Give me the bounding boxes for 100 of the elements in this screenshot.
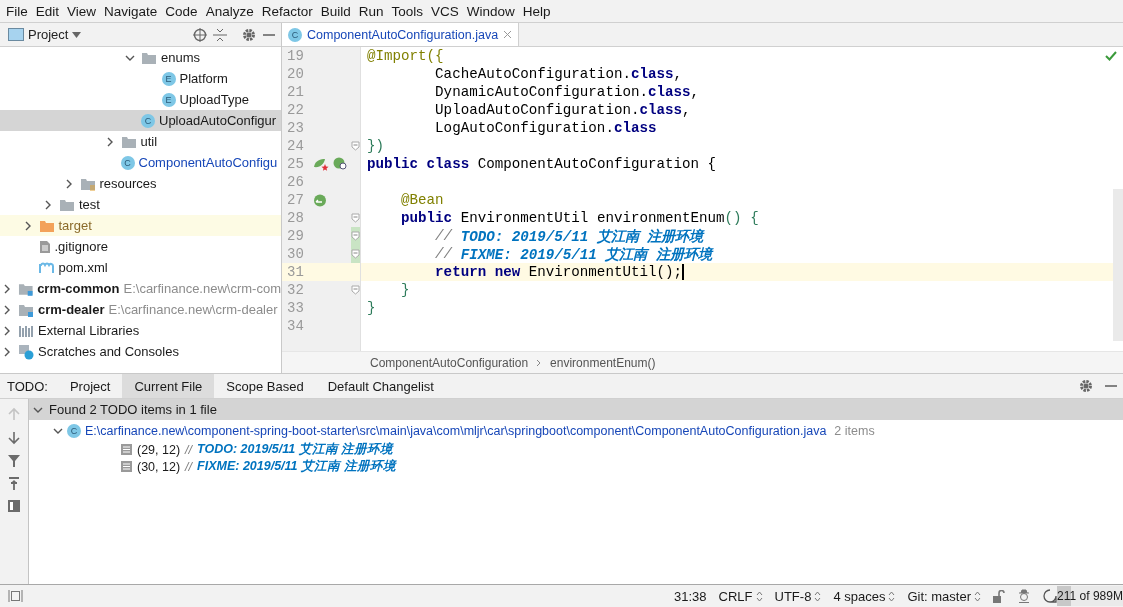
panel-tab[interactable]: Project <box>57 374 123 398</box>
panel-tab[interactable]: Default Changelist <box>315 374 446 398</box>
chevron-right-icon[interactable] <box>2 325 12 336</box>
menu-item[interactable]: Analyze <box>201 3 258 19</box>
menu-item[interactable]: Run <box>354 3 388 19</box>
class-icon: C <box>288 27 302 42</box>
class-icon: C <box>141 113 155 128</box>
fold-marker-icon[interactable] <box>351 249 360 259</box>
unlocked-padlock-icon[interactable] <box>993 589 1005 603</box>
panel-tab[interactable]: Scope Based <box>214 374 316 398</box>
line-number: 20 <box>286 66 305 82</box>
leaf-star-icon[interactable] <box>313 157 329 171</box>
tree-item[interactable]: pom.xml <box>0 257 281 278</box>
todo-item[interactable]: (30, 12) // FIXME: 2019/5/11 艾江南 注册环境 <box>29 458 1123 475</box>
code-line: } <box>400 281 410 299</box>
project-view-dropdown[interactable]: Project <box>6 27 84 42</box>
menu-item[interactable]: Navigate <box>100 3 162 19</box>
toolbar-button[interactable] <box>6 475 22 492</box>
toolbar-button[interactable] <box>6 453 22 469</box>
chevron-right-icon[interactable] <box>2 346 12 357</box>
line-number: 28 <box>286 210 305 226</box>
menu-item[interactable]: Code <box>161 3 202 19</box>
scrollbar-thumb[interactable] <box>1113 189 1123 341</box>
indent-setting[interactable]: 4 spaces <box>833 588 896 604</box>
crosshair-icon[interactable] <box>193 27 207 42</box>
code-line: DynamicAutoConfiguration.class, <box>434 83 700 101</box>
code-line: @Import({ <box>366 47 444 65</box>
file-icon <box>38 239 51 254</box>
inspector-face-icon[interactable] <box>1017 589 1031 603</box>
tree-item[interactable]: util <box>0 131 281 152</box>
folder-icon <box>120 134 137 149</box>
tree-item[interactable]: .gitignore <box>0 236 281 257</box>
menu-item[interactable]: View <box>63 3 101 19</box>
breadcrumb[interactable]: ComponentAutoConfiguration <box>370 355 529 370</box>
tree-item[interactable]: External Libraries <box>0 320 281 341</box>
chevron-right-icon[interactable] <box>43 199 53 210</box>
close-icon[interactable] <box>503 30 513 39</box>
folder-icon <box>141 50 157 65</box>
code-line: UploadAutoConfiguration.class, <box>434 101 691 119</box>
breadcrumb[interactable]: environmentEnum() <box>550 355 656 370</box>
vcs-branch[interactable]: Git: master <box>907 588 981 604</box>
folder-icon <box>38 218 55 233</box>
line-number: 25 <box>286 156 305 172</box>
tree-item[interactable]: resources <box>0 173 281 194</box>
code-line: @Bean <box>400 191 444 209</box>
tree-item[interactable]: C UploadAutoConfigur <box>0 110 281 131</box>
tree-item[interactable]: E UploadType <box>0 89 281 110</box>
menu-item[interactable]: Edit <box>31 3 64 19</box>
text-file-icon <box>121 461 132 472</box>
fold-marker-icon[interactable] <box>351 285 360 295</box>
bean-magnifier-icon[interactable] <box>333 157 348 171</box>
fold-marker-icon[interactable] <box>351 213 360 223</box>
folder-icon <box>17 281 34 296</box>
tree-item[interactable]: target <box>0 215 281 236</box>
panel-tab[interactable]: Current File <box>122 374 215 398</box>
class-icon: C <box>67 423 81 438</box>
summary-text: Found 2 TODO items in 1 file <box>49 402 217 417</box>
tree-item[interactable]: C ComponentAutoConfigu <box>0 152 281 173</box>
file-encoding[interactable]: UTF-8 <box>774 588 822 604</box>
menu-item[interactable]: VCS <box>427 3 463 19</box>
menu-item[interactable]: File <box>2 3 32 19</box>
settings-icon[interactable] <box>241 27 257 42</box>
cursor-position[interactable]: 31:38 <box>674 588 707 604</box>
tree-item[interactable]: E Platform <box>0 68 281 89</box>
fold-marker-icon[interactable] <box>351 141 360 151</box>
line-number: 22 <box>286 102 305 118</box>
collapse-all-icon[interactable] <box>213 27 227 42</box>
summary-row[interactable]: Found 2 TODO items in 1 file <box>29 399 1123 420</box>
menu-item[interactable]: Window <box>462 3 519 19</box>
libraries-icon <box>18 323 34 338</box>
code-line: return new EnvironmentUtil(); <box>361 263 684 281</box>
menu-item[interactable]: Refactor <box>257 3 317 19</box>
tree-item[interactable]: crm-common E:\carfinance.new\crm-com <box>0 278 281 299</box>
folder-icon <box>18 302 34 317</box>
menu-item[interactable]: Build <box>316 3 355 19</box>
speech-bubble-icon[interactable] <box>1043 589 1057 603</box>
code-line: // FIXME: 2019/5/11 艾江南 注册环境 <box>434 245 712 263</box>
todo-item[interactable]: (29, 12) // TODO: 2019/5/11 艾江南 注册环境 <box>29 441 1123 458</box>
tree-item[interactable]: Scratches and Consoles <box>0 341 281 362</box>
fold-marker-icon[interactable] <box>351 231 360 241</box>
editor-tab[interactable]: C ComponentAutoConfiguration.java <box>282 23 520 46</box>
file-path[interactable]: E:\carfinance.new\component-spring-boot-starter\src\main\java\com\mljr\car\springboot\component\ComponentAutoConfiguration.java <box>85 423 827 438</box>
code-line: public class ComponentAutoConfiguration { <box>366 155 717 173</box>
item-count: 2 items <box>833 423 875 438</box>
toolbar-button[interactable] <box>6 429 22 447</box>
line-number: 27 <box>286 192 305 208</box>
tree-item[interactable]: crm-dealer E:\carfinance.new\crm-dealer <box>0 299 281 320</box>
memory-indicator[interactable]: 211 of 989M <box>1057 586 1123 606</box>
chevron-right-icon[interactable] <box>2 304 12 315</box>
tree-item[interactable]: test <box>0 194 281 215</box>
text-file-icon <box>121 444 132 455</box>
panel-toggle-icon[interactable] <box>8 590 23 602</box>
settings-icon[interactable] <box>1079 379 1093 393</box>
check-icon <box>1105 51 1117 61</box>
line-number: 23 <box>286 120 305 136</box>
toolbar-button[interactable] <box>6 498 22 514</box>
tree-item[interactable]: enums <box>0 47 281 68</box>
menu-item[interactable]: Help <box>518 3 555 19</box>
menu-item[interactable]: Tools <box>387 3 427 19</box>
line-separator[interactable]: CRLF <box>718 588 763 604</box>
